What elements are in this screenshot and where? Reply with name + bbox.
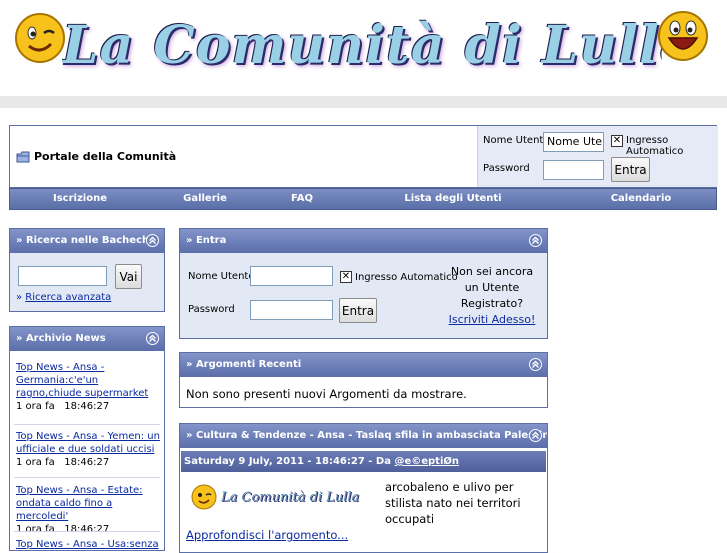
banner-title: La Comunità di Lulla [62, 15, 662, 76]
header-username-label: Nome Utente [483, 135, 550, 146]
news-archive-header: » Archivio News [10, 327, 164, 351]
login-password-input[interactable] [250, 300, 333, 320]
register-link[interactable]: Iscriviti Adesso! [449, 313, 536, 326]
article-logo: La Comunità di Lulla [191, 481, 379, 513]
winking-smiley-icon [15, 13, 65, 63]
news-item-title[interactable]: Top News - Ansa - Estate: ondata caldo f… [16, 484, 160, 523]
login-submit-button[interactable]: Entra [339, 298, 377, 323]
header-box: Portale della Comunità Nome Utente Nome … [9, 125, 718, 188]
main-nav: Iscrizione Gallerie FAQ Lista degli Uten… [9, 188, 717, 210]
article-header: » Cultura & Tendenze - Ansa - Taslaq sfi… [180, 424, 547, 448]
login-auto-login-checkbox[interactable]: ✕ [340, 271, 352, 283]
news-item-title[interactable]: Top News - Ansa - Yemen: un ufficiale e … [16, 430, 160, 456]
news-item: Top News - Ansa - Yemen: un ufficiale e … [16, 430, 160, 469]
login-panel: » Entra Nome Utente ✕ Ingresso Automatic… [179, 228, 548, 339]
header-login-form: Nome Utente Nome Utente ✕ Ingresso Autom… [477, 126, 718, 187]
header-password-input[interactable] [543, 160, 604, 180]
login-panel-header: » Entra [180, 229, 547, 253]
nav-item-calendar[interactable]: Calendario [611, 189, 672, 209]
nav-item-user-list[interactable]: Lista degli Utenti [404, 189, 501, 209]
news-separator [14, 531, 160, 532]
portal-label: Portale della Comunità [34, 150, 177, 163]
read-more-link[interactable]: Approfondisci l'argomento... [186, 528, 348, 542]
news-item: Top News - Ansa - Estate: ondata caldo f… [16, 484, 160, 536]
advanced-search-prefix: » [16, 292, 26, 303]
header-username-input[interactable]: Nome Utente [543, 132, 604, 152]
news-separator [14, 477, 160, 478]
login-password-label: Password [188, 304, 235, 315]
article-date: Saturday 9 July, 2011 - 18:46:27 - Da [184, 456, 395, 467]
recent-topics-header: » Argomenti Recenti [180, 353, 547, 377]
news-item: Top News - Ansa - Germania:c'e'un ragno,… [16, 361, 160, 413]
collapse-icon[interactable] [529, 234, 542, 247]
news-item-title[interactable]: Top News - Ansa - Germania:c'e'un ragno,… [16, 361, 160, 400]
collapse-icon[interactable] [146, 332, 159, 345]
collapse-icon[interactable] [146, 234, 159, 247]
search-panel-header: » Ricerca nelle Bacheche [10, 229, 164, 253]
recent-topics-title: » Argomenti Recenti [186, 359, 302, 370]
news-separator [14, 424, 160, 425]
search-input[interactable] [18, 266, 107, 286]
winking-smiley-icon [191, 484, 217, 510]
not-registered-text: Non sei ancora un Utente Registrato? [450, 265, 534, 310]
advanced-search-link[interactable]: Ricerca avanzata [25, 292, 111, 303]
portal-folder-icon [16, 151, 30, 162]
header-auto-login-label: Ingresso Automatico [626, 135, 684, 157]
portal-home-link[interactable]: Portale della Comunità [16, 150, 176, 163]
banner-divider [0, 96, 727, 108]
article-panel: » Cultura & Tendenze - Ansa - Taslaq sfi… [179, 423, 548, 553]
header-login-button[interactable]: Entra [611, 157, 650, 182]
login-username-label: Nome Utente [188, 271, 255, 282]
login-auto-login-label: Ingresso Automatico [355, 272, 458, 283]
article-logo-text: La Comunità di Lulla [221, 489, 360, 505]
nav-item-gallerie[interactable]: Gallerie [183, 189, 227, 209]
nav-item-faq[interactable]: FAQ [291, 189, 313, 209]
laughing-smiley-icon [658, 11, 708, 61]
header-password-label: Password [483, 163, 530, 174]
search-panel: » Ricerca nelle Bacheche Vai » Ricerca a… [9, 228, 165, 312]
article-body: arcobaleno e ulivo per stilista nato nei… [385, 480, 521, 526]
collapse-icon[interactable] [529, 358, 542, 371]
advanced-search-row: » Ricerca avanzata [16, 292, 111, 303]
site-banner: La Comunità di Lulla [0, 0, 727, 96]
article-author-link[interactable]: @e©eptiØn [394, 456, 459, 467]
recent-topics-empty-message: Non sono presenti nuovi Argomenti da mos… [186, 387, 467, 401]
search-panel-title: » Ricerca nelle Bacheche [16, 235, 156, 246]
header-auto-login-checkbox[interactable]: ✕ [611, 135, 623, 147]
news-item-time: 1 ora fa 18:46:27 [16, 524, 110, 535]
news-item-time: 1 ora fa 18:46:27 [16, 401, 110, 412]
news-item-time: 1 ora fa 18:46:27 [16, 457, 110, 468]
recent-topics-panel: » Argomenti Recenti Non sono presenti nu… [179, 352, 548, 408]
news-archive-panel: » Archivio News Top News - Ansa - German… [9, 326, 165, 551]
search-go-button[interactable]: Vai [115, 264, 142, 289]
article-meta-bar: Saturday 9 July, 2011 - 18:46:27 - Da @e… [181, 451, 546, 472]
nav-item-iscrizione[interactable]: Iscrizione [53, 189, 107, 209]
article-title[interactable]: » Cultura & Tendenze - Ansa - Taslaq sfi… [186, 430, 547, 441]
collapse-icon[interactable] [529, 429, 542, 442]
login-panel-title: » Entra [186, 235, 227, 246]
news-archive-title: » Archivio News [16, 333, 106, 344]
register-prompt: Non sei ancora un Utente Registrato? Isc… [448, 264, 536, 328]
login-username-input[interactable] [250, 266, 333, 286]
